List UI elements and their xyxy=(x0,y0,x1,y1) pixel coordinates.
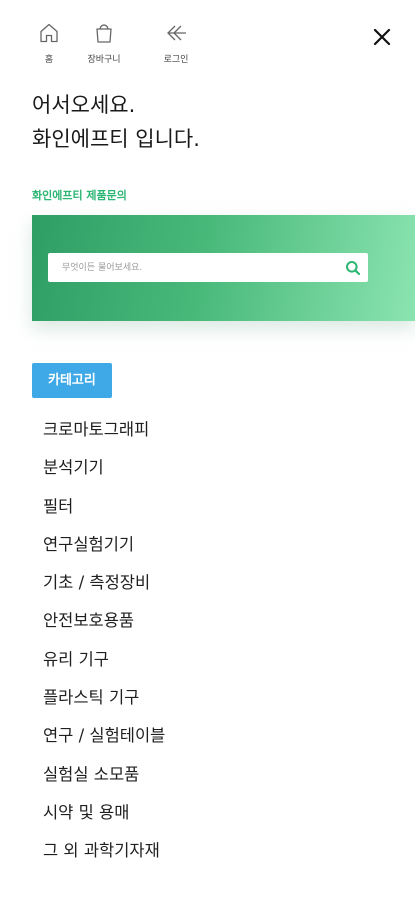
greeting: 어서오세요. 화인에프티 입니다. xyxy=(32,88,200,156)
home-icon xyxy=(36,20,62,46)
category-item[interactable]: 기초 / 측정장비 xyxy=(43,564,165,602)
category-item[interactable]: 그 외 과학기자재 xyxy=(43,832,165,870)
nav-cart[interactable]: 장바구니 xyxy=(68,20,140,65)
search-input[interactable] xyxy=(48,261,338,274)
category-item[interactable]: 유리 기구 xyxy=(43,641,165,679)
category-item[interactable]: 시약 및 용매 xyxy=(43,794,165,832)
bag-icon xyxy=(91,20,117,46)
search-banner xyxy=(32,215,415,321)
category-button[interactable]: 카테고리 xyxy=(32,363,112,398)
category-item[interactable]: 안전보호용품 xyxy=(43,602,165,640)
greeting-line-1: 어서오세요. xyxy=(32,93,136,117)
side-menu: 홈 장바구니 로그인 어서오세요. 화인에프티 입니다. 화인에프티 제품문의 … xyxy=(0,0,415,900)
category-item[interactable]: 크로마토그래피 xyxy=(43,411,165,449)
greeting-line-2: 화인에프티 입니다. xyxy=(32,127,200,151)
category-item[interactable]: 연구실험기기 xyxy=(43,526,165,564)
nav-login[interactable]: 로그인 xyxy=(140,20,212,65)
category-item[interactable]: 플라스틱 기구 xyxy=(43,679,165,717)
search-box xyxy=(48,253,368,282)
nav-cart-label: 장바구니 xyxy=(87,55,121,65)
inquiry-label: 화인에프티 제품문의 xyxy=(32,189,127,202)
category-item[interactable]: 분석기기 xyxy=(43,449,165,487)
category-item[interactable]: 실험실 소모품 xyxy=(43,756,165,794)
category-item[interactable]: 연구 / 실험테이블 xyxy=(43,717,165,755)
nav-login-label: 로그인 xyxy=(163,55,189,65)
top-nav: 홈 장바구니 로그인 xyxy=(30,20,212,65)
search-icon[interactable] xyxy=(338,253,368,282)
close-button[interactable] xyxy=(369,26,395,52)
login-arrow-icon xyxy=(163,20,189,46)
nav-home-label: 홈 xyxy=(44,55,54,65)
close-icon xyxy=(372,27,392,51)
category-item[interactable]: 필터 xyxy=(43,488,165,526)
nav-home[interactable]: 홈 xyxy=(30,20,68,65)
category-list: 크로마토그래피 분석기기 필터 연구실험기기 기초 / 측정장비 안전보호용품 … xyxy=(43,411,165,871)
